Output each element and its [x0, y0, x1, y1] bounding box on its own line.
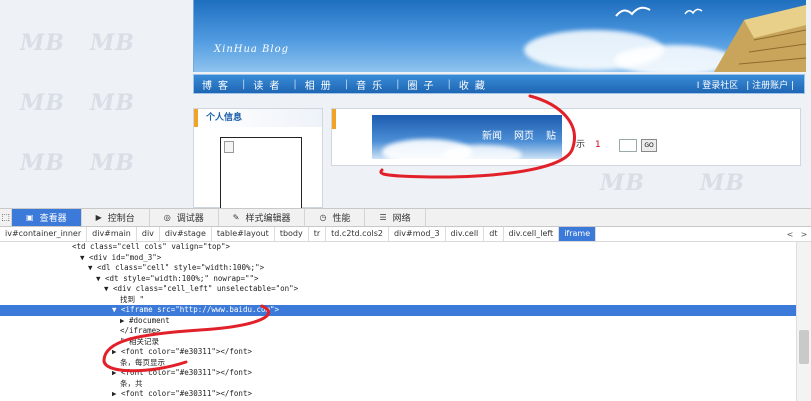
breadcrumb-item[interactable]: div [137, 227, 160, 241]
breadcrumb-item[interactable]: dt [484, 227, 504, 241]
chevron-right-icon[interactable]: > [801, 230, 808, 239]
register-link[interactable]: | 注册账户 | [742, 78, 798, 91]
profile-panel: 个人信息 [193, 108, 323, 208]
blog-page: MB MB MB MB MB MB MB MB XinHua Blog 博客 |… [0, 0, 811, 208]
go-button[interactable]: GO [641, 139, 657, 152]
blog-title: XinHua Blog [214, 44, 290, 55]
red-annotation-circle-devtools [102, 304, 271, 373]
breadcrumb-item[interactable]: div.cell [446, 227, 485, 241]
iframe-nav-web[interactable]: 网页 [508, 127, 540, 142]
breadcrumb-item[interactable]: table#layout [212, 227, 275, 241]
breadcrumb-item[interactable]: tr [309, 227, 327, 241]
blog-nav-bar: 博客 | 读者 | 相册 | 音乐 | 圈子 | 收藏 I 登录社区 | 注册账… [193, 74, 805, 94]
blog-banner: XinHua Blog [193, 0, 806, 72]
network-icon: ☰ [379, 213, 387, 222]
devtools-panel: ⬚ ▣ 查看器 ▶ 控制台 ◎ 调试器 ✎ 样式编辑器 ◷ 性能 ☰ 网络 iv#conta… [0, 208, 811, 401]
style-editor-icon: ✎ [232, 213, 240, 222]
breadcrumb-item[interactable]: iv#container_inner [0, 227, 88, 241]
embedded-iframe[interactable]: 新闻 网页 贴 [372, 115, 562, 159]
debugger-icon: ◎ [163, 213, 171, 222]
nav-item-blog[interactable]: 博客 [194, 77, 242, 92]
avatar [220, 137, 302, 208]
chevron-left-icon[interactable]: < [787, 230, 794, 239]
seagull-small-graphic [684, 8, 703, 15]
nav-item-readers[interactable]: 读者 [245, 77, 293, 92]
tab-console[interactable]: ▶ 控制台 [82, 209, 150, 226]
tab-inspector[interactable]: ▣ 查看器 [12, 209, 82, 226]
breadcrumb-item[interactable]: div.cell_left [504, 227, 560, 241]
broken-image-icon [224, 141, 234, 153]
pick-element-icon[interactable]: ⬚ [0, 209, 12, 226]
breadcrumb: iv#container_inner div#main div div#stag… [0, 227, 811, 242]
iframe-nav-news[interactable]: 新闻 [476, 127, 508, 142]
breadcrumb-item-active[interactable]: iframe [559, 227, 597, 241]
devtools-tab-bar: ⬚ ▣ 查看器 ▶ 控制台 ◎ 调试器 ✎ 样式编辑器 ◷ 性能 ☰ 网络 [0, 209, 811, 227]
tab-network[interactable]: ☰ 网络 [365, 209, 426, 226]
breadcrumb-item[interactable]: td.c2td.cols2 [326, 227, 389, 241]
nav-item-album[interactable]: 相册 [297, 77, 345, 92]
breadcrumb-item[interactable]: div#main [87, 227, 137, 241]
profile-panel-title: 个人信息 [194, 109, 322, 127]
nav-item-music[interactable]: 音乐 [348, 77, 396, 92]
record-count: 示1 [576, 140, 601, 150]
nav-item-circle[interactable]: 圈子 [400, 77, 448, 92]
breadcrumb-item[interactable]: div#stage [160, 227, 212, 241]
breadcrumb-item[interactable]: tbody [275, 227, 309, 241]
breadcrumb-item[interactable]: div#mod_3 [389, 227, 446, 241]
tab-style-editor[interactable]: ✎ 样式编辑器 [219, 209, 306, 226]
page-number-input[interactable] [619, 139, 637, 152]
console-icon: ▶ [95, 213, 102, 222]
iframe-nav-tieba[interactable]: 贴 [540, 127, 562, 142]
seagull-graphic [615, 6, 651, 17]
performance-icon: ◷ [319, 213, 327, 222]
search-results-panel: 新闻 网页 贴 示1 GO [331, 108, 801, 166]
login-link[interactable]: I 登录社区 [693, 78, 743, 91]
inspector-icon: ▣ [26, 213, 34, 222]
tab-debugger[interactable]: ◎ 调试器 [150, 209, 219, 226]
nav-item-favorites[interactable]: 收藏 [451, 77, 499, 92]
record-count-value: 1 [595, 140, 601, 150]
tab-performance[interactable]: ◷ 性能 [305, 209, 366, 226]
